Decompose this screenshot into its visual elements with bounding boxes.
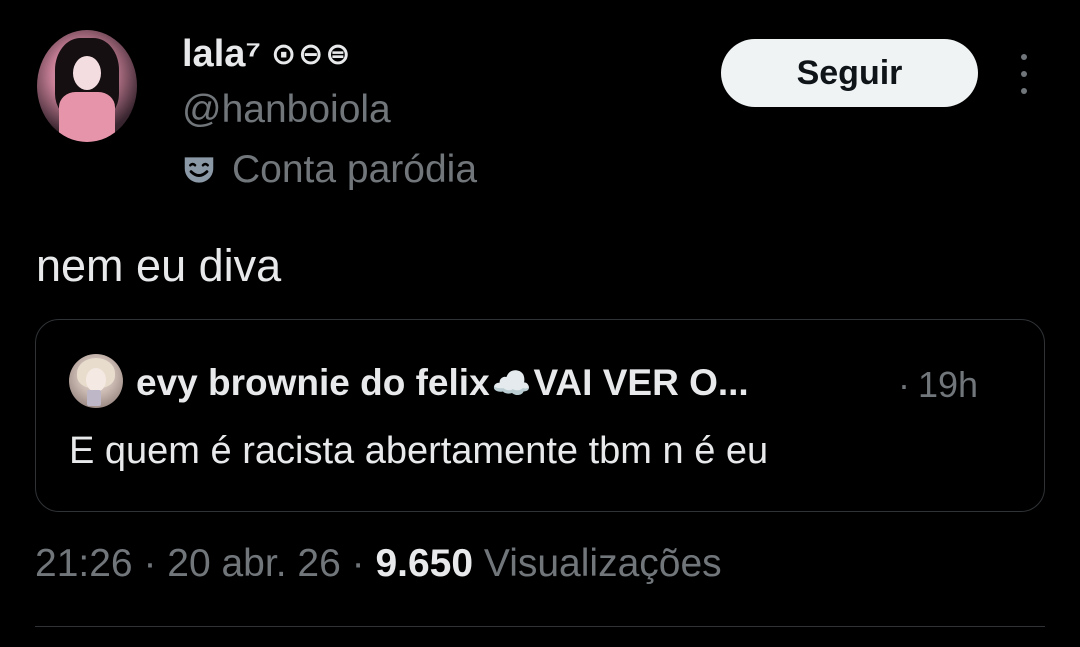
tweet-meta: 21:26 · 20 abr. 26 · 9.650 Visualizações (35, 542, 722, 586)
avatar-face (73, 56, 101, 90)
views-count[interactable]: 9.650 (375, 542, 473, 585)
author-name-emojis: ⊙⊖⊜ (271, 37, 353, 72)
quoted-avatar-face (86, 368, 106, 392)
author-name-text: lala⁷ (182, 33, 262, 75)
more-dot (1021, 71, 1027, 77)
quoted-author-name[interactable]: evy brownie do felix ☁️ VAI VER O... (136, 362, 749, 404)
tweet-time[interactable]: 21:26 (35, 542, 133, 585)
parody-badge: Conta paródia (180, 148, 477, 192)
views-label: Visualizações (473, 542, 722, 585)
more-dot (1021, 54, 1027, 60)
tweet-text: nem eu diva (36, 240, 282, 291)
quoted-tweet[interactable]: evy brownie do felix ☁️ VAI VER O... · 1… (35, 319, 1045, 512)
cloud-emoji: ☁️ (491, 364, 532, 402)
quoted-separator: · (898, 364, 910, 405)
avatar-dress (59, 92, 115, 142)
quoted-time[interactable]: 19h (918, 364, 978, 406)
author-avatar[interactable] (37, 30, 137, 142)
more-dot (1021, 88, 1027, 94)
theater-mask-icon (184, 157, 214, 183)
follow-button[interactable]: Seguir (721, 39, 978, 107)
quoted-author-name-text: evy brownie do felix (136, 362, 490, 403)
quoted-avatar-cup (87, 390, 101, 406)
more-icon[interactable] (1008, 54, 1040, 94)
parody-label: Conta paródia (232, 148, 478, 191)
quoted-author-avatar[interactable] (69, 354, 123, 408)
meta-separator: · (340, 542, 376, 585)
tweet-date[interactable]: 20 abr. 26 (167, 542, 340, 585)
meta-separator: · (132, 542, 168, 585)
author-handle[interactable]: @hanboiola (182, 88, 391, 132)
author-display-name[interactable]: lala⁷ ⊙⊖⊜ (182, 33, 352, 76)
divider (35, 626, 1045, 627)
quoted-tweet-text: E quem é racista abertamente tbm n é eu (69, 430, 769, 472)
quoted-author-name-suffix: VAI VER O... (533, 362, 749, 403)
